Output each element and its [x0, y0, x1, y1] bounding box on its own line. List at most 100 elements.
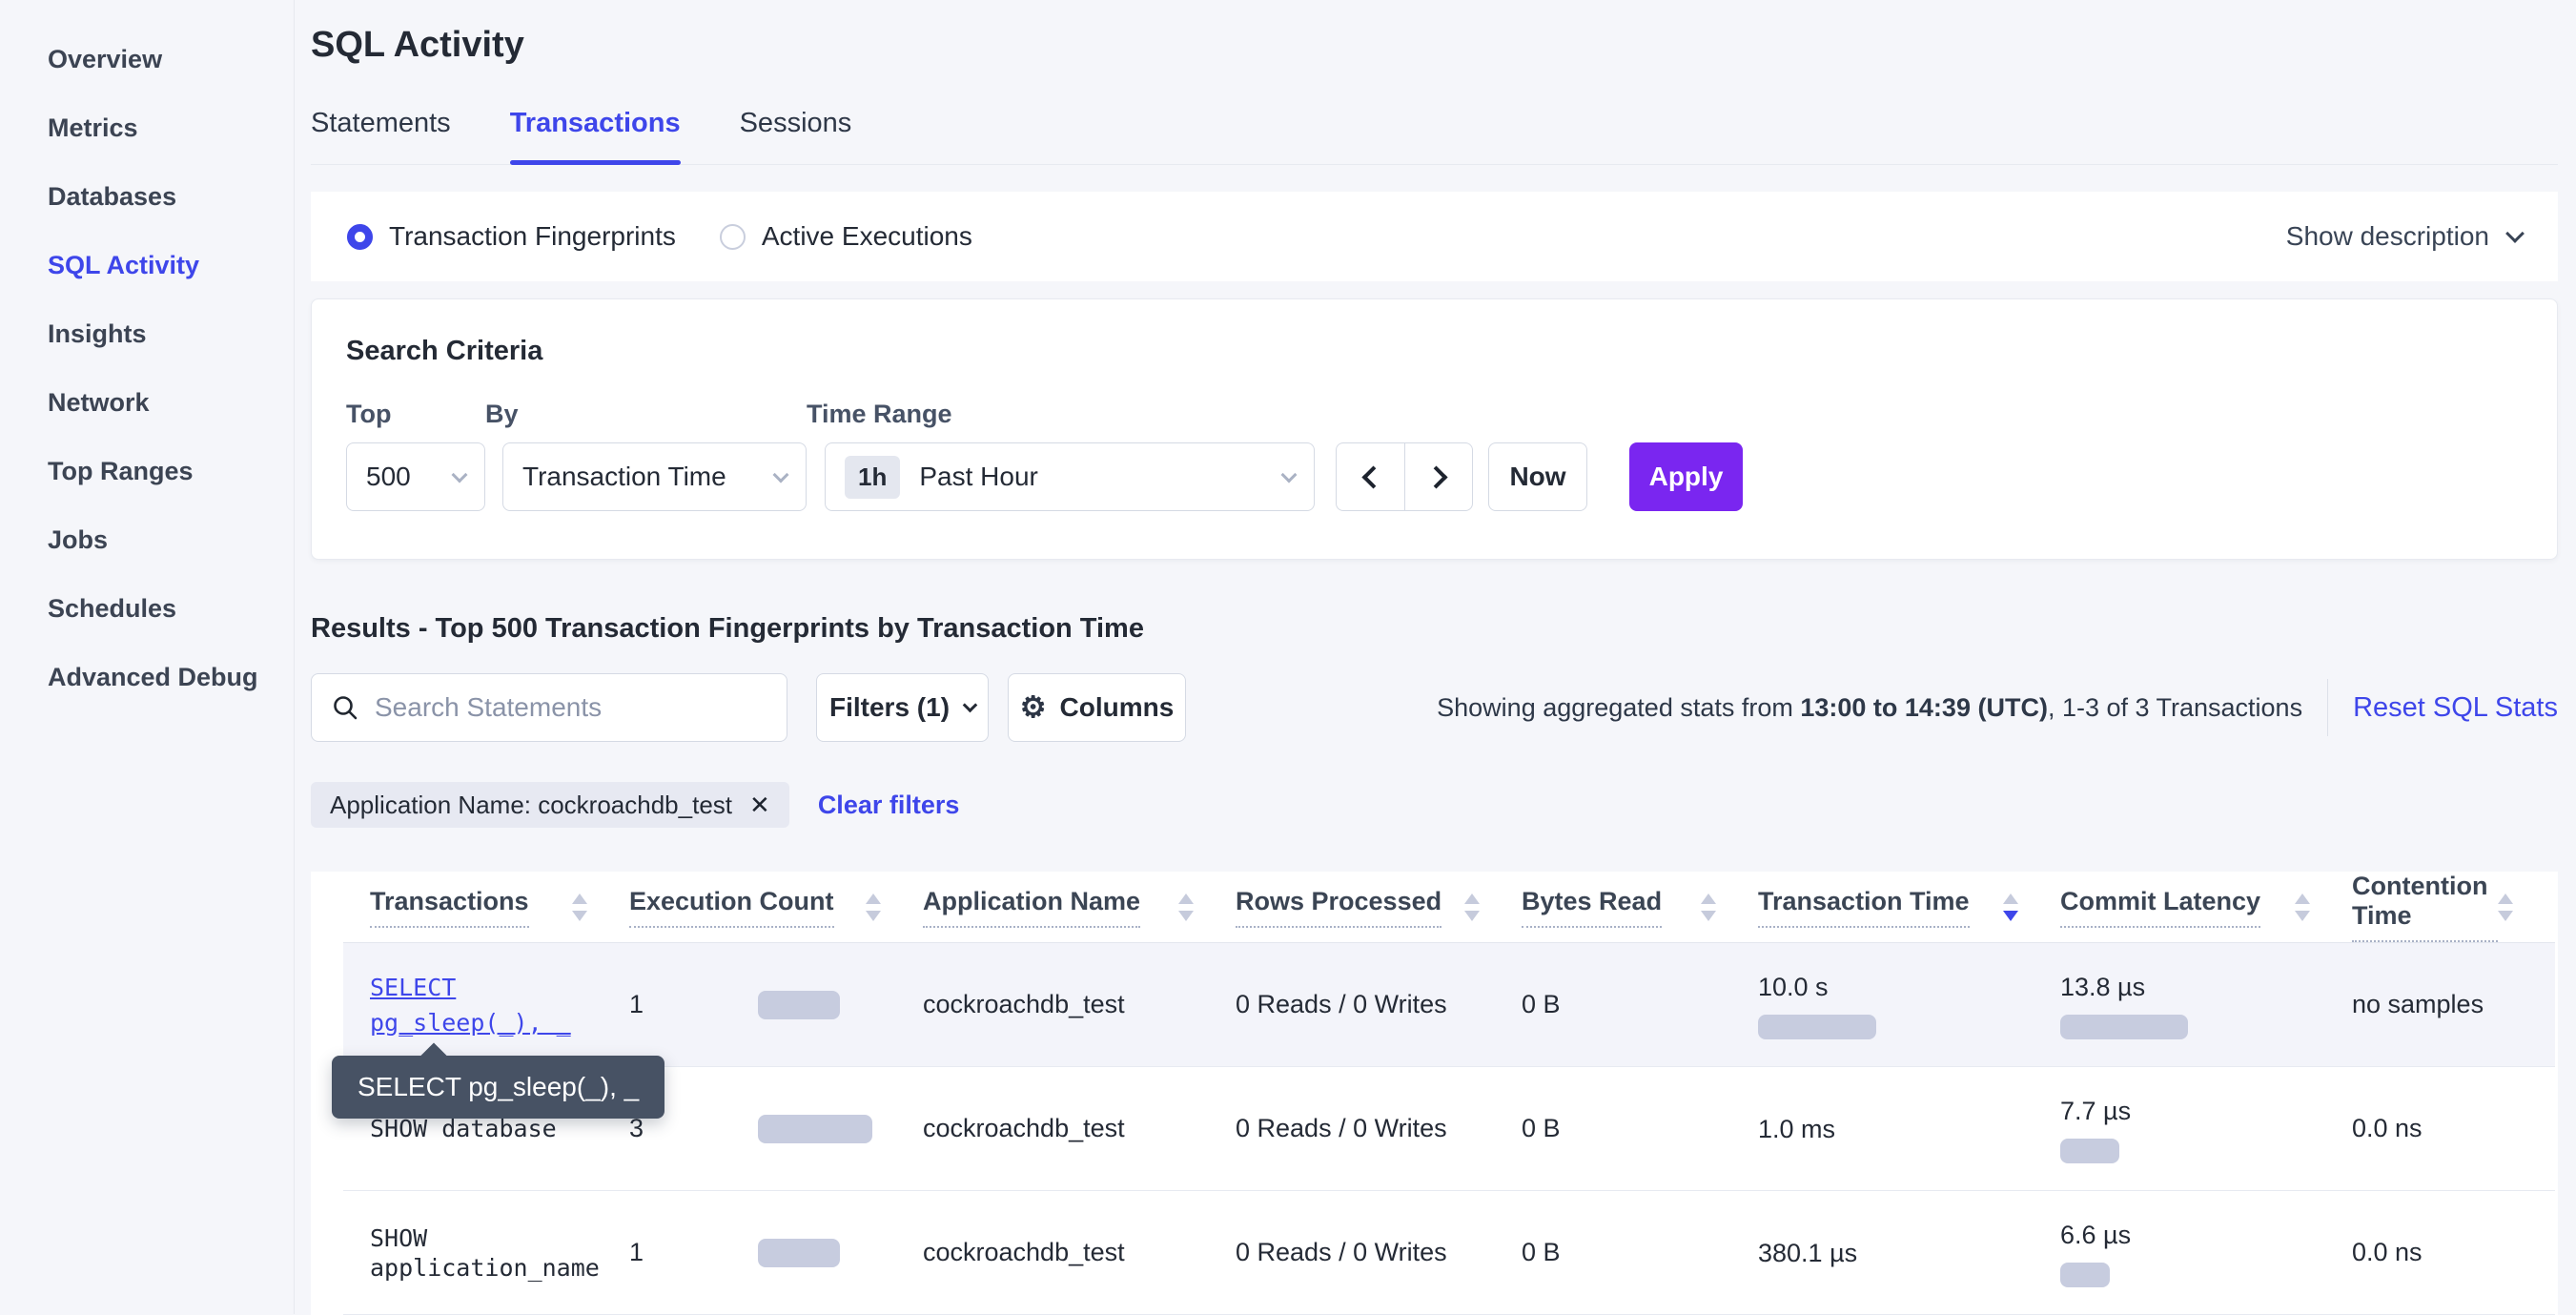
- sidebar-item-overview[interactable]: Overview: [0, 25, 294, 93]
- tab-sessions[interactable]: Sessions: [740, 108, 852, 164]
- column-header-commit-latency[interactable]: Commit Latency: [2060, 872, 2352, 943]
- radio-label: Active Executions: [762, 221, 972, 252]
- table-row: SHOW database 3 cockroachdb_test 0 Reads…: [343, 1067, 2555, 1191]
- bytes-read-cell: 0 B: [1522, 943, 1758, 1067]
- time-range-select[interactable]: 1h Past Hour: [825, 442, 1315, 511]
- sort-arrows-icon[interactable]: [1464, 894, 1480, 921]
- contention-time-cell: no samples: [2352, 943, 2555, 1067]
- time-range-value: Past Hour: [919, 462, 1270, 492]
- sort-arrows-icon[interactable]: [2498, 894, 2513, 921]
- application-name-cell: cockroachdb_test: [923, 943, 1236, 1067]
- main-content: SQL Activity Statements Transactions Ses…: [295, 0, 2576, 1314]
- filters-button[interactable]: Filters (1): [816, 673, 989, 742]
- table-row: SHOW application_name 1 cockroachdb_test…: [343, 1191, 2555, 1315]
- transaction-time-cell: 1.0 ms: [1758, 1067, 2060, 1191]
- column-label[interactable]: Transaction Time: [1758, 887, 1970, 928]
- transactions-table: Transactions Execution Count Application…: [343, 872, 2555, 1315]
- now-button[interactable]: Now: [1488, 442, 1587, 511]
- columns-label: Columns: [1060, 692, 1175, 723]
- execution-count-bar: [758, 991, 840, 1019]
- show-description-toggle[interactable]: Show description: [2286, 221, 2522, 252]
- column-header-transactions[interactable]: Transactions: [343, 872, 629, 943]
- column-header-contention-time[interactable]: Contention Time: [2352, 872, 2555, 943]
- clear-filters-link[interactable]: Clear filters: [818, 791, 960, 820]
- chevron-right-icon: [1424, 465, 1447, 488]
- reset-sql-stats-link[interactable]: Reset SQL Stats: [2327, 679, 2558, 736]
- sidebar-item-databases[interactable]: Databases: [0, 162, 294, 231]
- column-header-application-name[interactable]: Application Name: [923, 872, 1236, 943]
- filter-chip-label: Application Name: cockroachdb_test: [330, 791, 732, 820]
- sidebar-item-top-ranges[interactable]: Top Ranges: [0, 437, 294, 505]
- search-criteria-card: Search Criteria Top 500 By Transaction T…: [311, 298, 2558, 560]
- column-label[interactable]: Transactions: [370, 887, 529, 928]
- tab-transactions[interactable]: Transactions: [510, 108, 681, 164]
- column-label[interactable]: Application Name: [923, 887, 1140, 928]
- by-select[interactable]: Transaction Time: [502, 442, 807, 511]
- radio-label: Transaction Fingerprints: [389, 221, 676, 252]
- previous-time-button[interactable]: [1336, 442, 1404, 511]
- execution-count-bar: [758, 1115, 872, 1143]
- sort-arrows-icon[interactable]: [1178, 894, 1194, 921]
- column-label[interactable]: Contention Time: [2352, 872, 2498, 942]
- column-label[interactable]: Execution Count: [629, 887, 834, 928]
- sidebar-item-network[interactable]: Network: [0, 368, 294, 437]
- sidebar-item-sql-activity[interactable]: SQL Activity: [0, 231, 294, 299]
- time-range-field: Time Range 1h Past Hour: [807, 400, 1315, 511]
- commit-latency-value: 7.7 µs: [2060, 1095, 2352, 1127]
- execution-count-cell: 1: [629, 943, 923, 1067]
- contention-time-cell: 0.0 ns: [2352, 1067, 2555, 1191]
- column-header-rows-processed[interactable]: Rows Processed: [1236, 872, 1522, 943]
- transaction-fingerprint-link[interactable]: SHOW application_name: [370, 1224, 600, 1282]
- transaction-fingerprint-link[interactable]: SELECT pg_sleep(_), _: [370, 970, 629, 1040]
- show-description-label: Show description: [2286, 221, 2489, 252]
- radio-active-executions[interactable]: Active Executions: [720, 221, 972, 252]
- apply-button[interactable]: Apply: [1629, 442, 1743, 511]
- transaction-fingerprint-link[interactable]: SHOW database: [370, 1115, 557, 1142]
- column-header-transaction-time[interactable]: Transaction Time: [1758, 872, 2060, 943]
- next-time-button[interactable]: [1404, 442, 1473, 511]
- commit-latency-value: 13.8 µs: [2060, 971, 2352, 1003]
- sidebar-item-insights[interactable]: Insights: [0, 299, 294, 368]
- top-select[interactable]: 500: [346, 442, 485, 511]
- sort-arrows-icon[interactable]: [1701, 894, 1716, 921]
- sidebar-item-advanced-debug[interactable]: Advanced Debug: [0, 643, 294, 711]
- execution-count-cell: 1: [629, 1191, 923, 1315]
- aggregated-stats-text: Showing aggregated stats from 13:00 to 1…: [1437, 693, 2302, 723]
- sort-arrows-icon[interactable]: [572, 894, 587, 921]
- commit-latency-cell: 6.6 µs: [2060, 1191, 2352, 1315]
- by-field: By Transaction Time: [485, 400, 807, 511]
- search-criteria-fields: Top 500 By Transaction Time Time Range: [346, 400, 2523, 511]
- sidebar-item-jobs[interactable]: Jobs: [0, 505, 294, 574]
- filters-label: Filters (1): [829, 692, 950, 723]
- transaction-cell: SELECT pg_sleep(_), _ SELECT pg_sleep(_)…: [343, 943, 629, 1067]
- column-header-execution-count[interactable]: Execution Count: [629, 872, 923, 943]
- top-field: Top 500: [346, 400, 485, 511]
- transaction-time-bar: [1758, 1015, 1876, 1039]
- sidebar-item-metrics[interactable]: Metrics: [0, 93, 294, 162]
- close-icon[interactable]: ✕: [749, 791, 770, 820]
- transactions-table-panel: Transactions Execution Count Application…: [311, 872, 2558, 1315]
- tab-statements[interactable]: Statements: [311, 108, 451, 164]
- transaction-time-value: 1.0 ms: [1758, 1113, 2060, 1145]
- columns-button[interactable]: ⚙ Columns: [1008, 673, 1186, 742]
- radio-transaction-fingerprints[interactable]: Transaction Fingerprints: [347, 221, 676, 252]
- sidebar-item-schedules[interactable]: Schedules: [0, 574, 294, 643]
- transaction-cell: SHOW application_name: [343, 1191, 629, 1315]
- search-input[interactable]: [375, 692, 767, 723]
- results-title: Results - Top 500 Transaction Fingerprin…: [311, 613, 2558, 645]
- search-box: [311, 673, 787, 742]
- column-header-bytes-read[interactable]: Bytes Read: [1522, 872, 1758, 943]
- sort-arrows-icon[interactable]: [2003, 894, 2018, 921]
- column-label[interactable]: Bytes Read: [1522, 887, 1662, 928]
- column-label[interactable]: Rows Processed: [1236, 887, 1441, 928]
- rows-processed-cell: 0 Reads / 0 Writes: [1236, 1191, 1522, 1315]
- sort-arrows-icon[interactable]: [866, 894, 881, 921]
- sort-arrows-icon[interactable]: [2295, 894, 2310, 921]
- contention-time-cell: 0.0 ns: [2352, 1191, 2555, 1315]
- filter-chip-row: Application Name: cockroachdb_test ✕ Cle…: [311, 782, 2558, 828]
- time-range-label: Time Range: [807, 400, 1315, 429]
- tab-bar: Statements Transactions Sessions: [311, 108, 2558, 165]
- execution-count-cell: 3: [629, 1067, 923, 1191]
- column-label[interactable]: Commit Latency: [2060, 887, 2260, 928]
- time-pager: [1336, 442, 1473, 511]
